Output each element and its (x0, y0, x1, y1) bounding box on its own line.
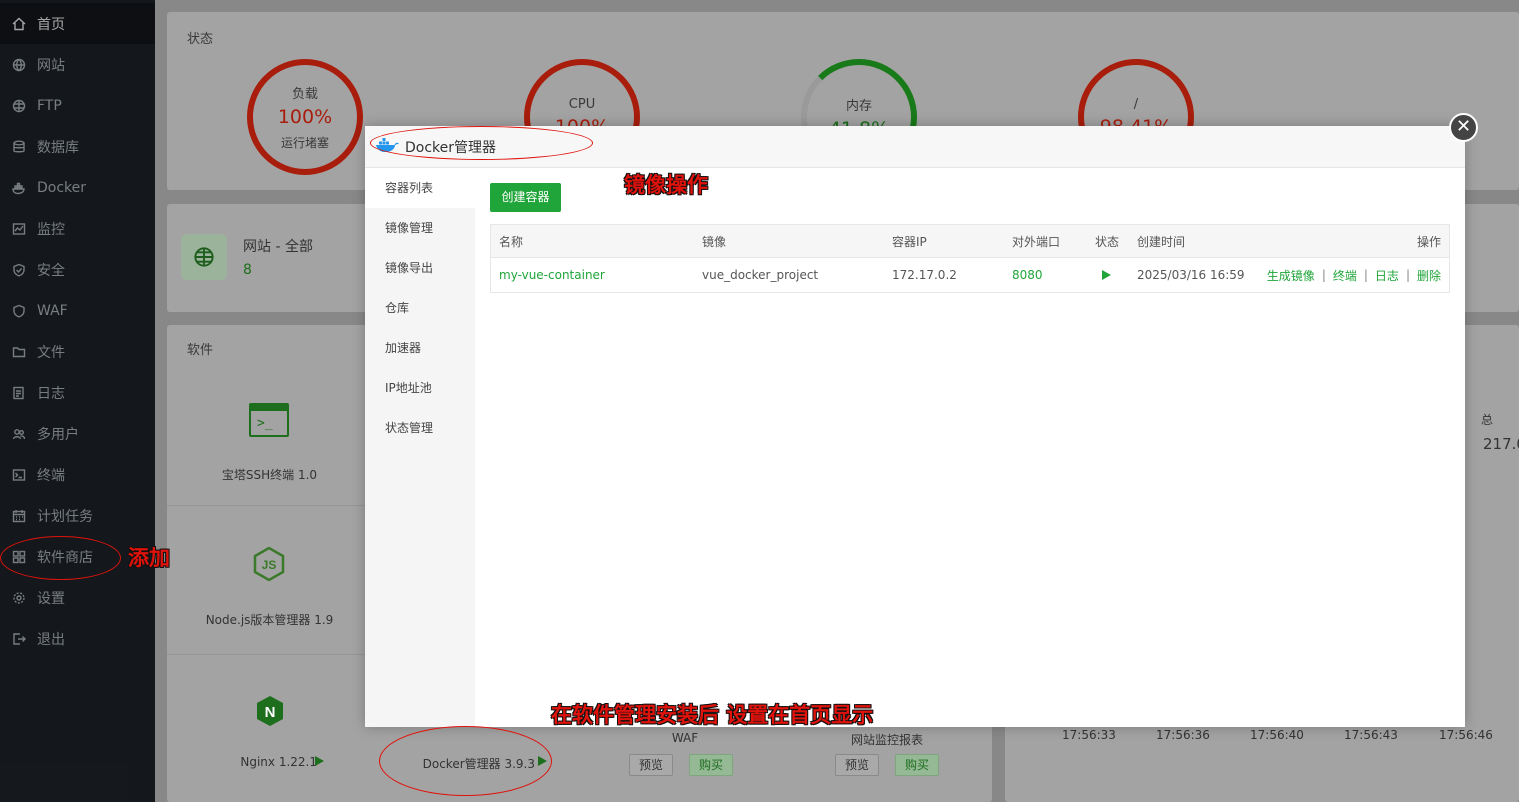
time-tick: 17:56:43 (1344, 728, 1398, 742)
svg-text:N: N (265, 704, 276, 721)
total-value: 217.0 (1483, 435, 1519, 453)
modal-body: 创建容器 名称 镜像 容器IP 对外端口 状态 创建时间 操作 my-vue-c… (475, 168, 1465, 727)
buy-button[interactable]: 购买 (689, 754, 734, 776)
container-table: 名称 镜像 容器IP 对外端口 状态 创建时间 操作 my-vue-contai… (490, 224, 1450, 293)
globe-icon (181, 234, 227, 280)
gauge-name: CPU (568, 96, 596, 112)
create-container-button[interactable]: 创建容器 (490, 183, 561, 212)
col-name: 名称 (499, 234, 524, 249)
software-title: 软件 (187, 343, 214, 358)
col-ops: 操作 (1416, 234, 1441, 249)
status-title: 状态 (187, 32, 214, 47)
tab-image-export[interactable]: 镜像导出 (365, 248, 475, 288)
generate-image-link[interactable]: 生成镜像 (1267, 267, 1315, 284)
docker-modal: Docker管理器 容器列表 镜像管理 镜像导出 仓库 加速器 IP地址池 状态… (365, 126, 1465, 727)
separator: | (1405, 268, 1410, 282)
annotation-add: 添加 (128, 546, 170, 570)
separator: | (1321, 268, 1326, 282)
close-modal-button[interactable]: ✕ (1449, 113, 1478, 142)
col-status: 状态 (1095, 234, 1120, 249)
col-ip: 容器IP (892, 234, 927, 249)
buy-button[interactable]: 购买 (895, 754, 940, 776)
tab-status-management[interactable]: 状态管理 (365, 408, 475, 448)
container-port-link[interactable]: 8080 (1012, 258, 1043, 292)
terminal-app-icon[interactable]: >_ (249, 403, 289, 437)
software-name: 网站监控报表 (850, 733, 923, 747)
software-name: Node.js版本管理器 1.9 (205, 613, 334, 627)
svg-text:JS: JS (262, 558, 277, 572)
container-ip: 172.17.0.2 (892, 268, 957, 282)
annotation-ellipse (379, 726, 552, 796)
software-name: 宝塔SSH终端 1.0 (221, 468, 318, 482)
time-tick: 17:56:33 (1062, 728, 1116, 742)
software-name: Nginx 1.22.1 (240, 755, 317, 769)
gauge-load[interactable]: 负载 100% 运行堵塞 (247, 59, 363, 175)
nodejs-icon[interactable]: JS (253, 546, 285, 582)
tab-repository[interactable]: 仓库 (365, 288, 475, 328)
gauge-sub: 运行堵塞 (280, 136, 329, 150)
nginx-icon[interactable]: N (255, 695, 285, 727)
container-name-link[interactable]: my-vue-container (499, 258, 605, 292)
software-name: WAF (671, 731, 699, 745)
tab-container-list[interactable]: 容器列表 (365, 168, 475, 208)
table-row: my-vue-container vue_docker_project 172.… (491, 258, 1449, 292)
time-tick: 17:56:36 (1156, 728, 1210, 742)
time-tick: 17:56:46 (1439, 728, 1493, 742)
separator: | (1363, 268, 1368, 282)
sidebar-overlay (0, 0, 155, 802)
col-image: 镜像 (702, 234, 727, 249)
tab-ip-pool[interactable]: IP地址池 (365, 368, 475, 408)
delete-link[interactable]: 删除 (1417, 267, 1441, 284)
site-count[interactable]: 8 (243, 262, 252, 278)
table-header: 名称 镜像 容器IP 对外端口 状态 创建时间 操作 (491, 225, 1449, 258)
sidebar: 首页 网站 FTP 数据库 Docker 监控 安全 WAF 文件 日志 多用户 (0, 0, 155, 802)
play-icon[interactable] (315, 756, 324, 766)
gauge-value: 100% (277, 106, 333, 128)
total-label: 总 (1481, 413, 1494, 427)
annotation-mirror-ops: 镜像操作 (624, 173, 708, 197)
preview-button[interactable]: 预览 (835, 754, 880, 776)
annotation-install-note: 在软件管理安装后 设置在首页显示 (551, 703, 874, 727)
annotation-ellipse (370, 126, 593, 160)
annotation-ellipse (0, 536, 121, 580)
container-created: 2025/03/16 16:59 (1137, 268, 1245, 282)
gauge-name: 内存 (845, 98, 872, 114)
col-port: 对外端口 (1012, 234, 1061, 249)
container-image: vue_docker_project (702, 268, 819, 282)
terminal-link[interactable]: 终端 (1333, 267, 1357, 284)
gauge-name: / (1133, 96, 1139, 112)
preview-button[interactable]: 预览 (629, 754, 674, 776)
row-actions: 生成镜像 | 终端 | 日志 | 删除 (1267, 258, 1441, 292)
site-label: 网站 - 全部 (243, 239, 313, 255)
log-link[interactable]: 日志 (1375, 267, 1399, 284)
time-tick: 17:56:40 (1250, 728, 1304, 742)
status-running-icon[interactable] (1102, 258, 1111, 292)
col-created: 创建时间 (1137, 234, 1186, 249)
tab-image-management[interactable]: 镜像管理 (365, 208, 475, 248)
gauge-name: 负载 (291, 87, 318, 102)
tab-accelerator[interactable]: 加速器 (365, 328, 475, 368)
modal-tabs: 容器列表 镜像管理 镜像导出 仓库 加速器 IP地址池 状态管理 (365, 168, 475, 727)
